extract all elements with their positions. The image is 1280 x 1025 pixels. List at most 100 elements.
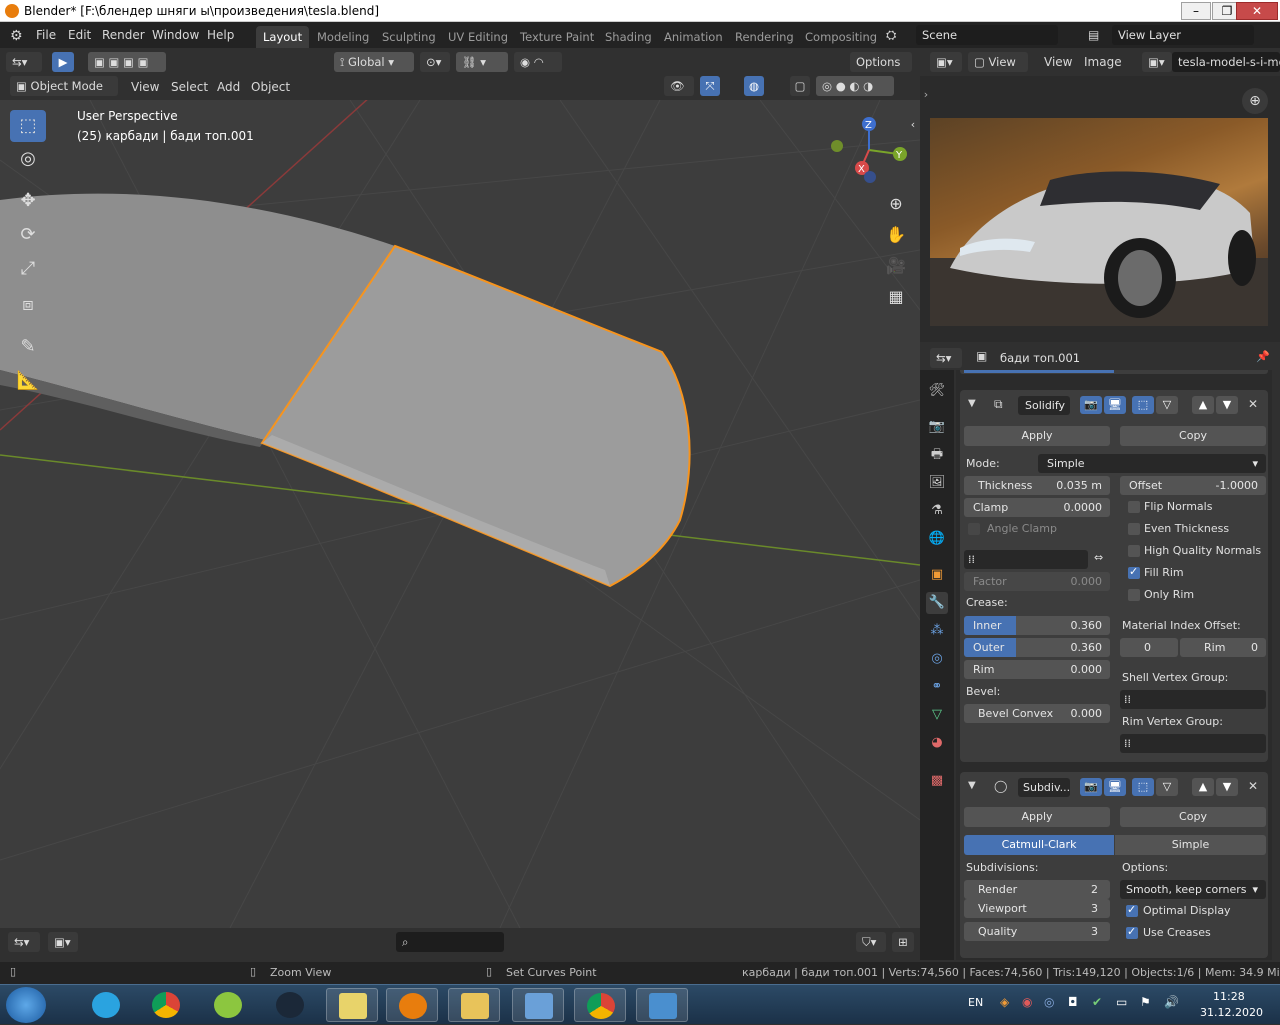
only-rim-checkbox[interactable] [1128, 589, 1140, 601]
world-tab-icon[interactable]: 🌐 [926, 528, 948, 550]
constraints-tab-icon[interactable]: ⚭ [926, 676, 948, 698]
solidify-remove-icon[interactable]: ✕ [1248, 397, 1258, 411]
solidify-viewport-icon[interactable]: 🖥 [1104, 396, 1126, 414]
solidify-name-field[interactable]: Solidify [1018, 396, 1070, 415]
optimal-display-checkbox[interactable] [1126, 903, 1138, 917]
minimize-button[interactable]: – [1181, 2, 1211, 20]
pivot-icon[interactable]: ⊙▾ [420, 52, 450, 72]
tab-texture-paint[interactable]: Texture Paint [513, 26, 601, 48]
solidify-editmode-icon[interactable]: ⬚ [1132, 396, 1154, 414]
shell-vgroup-field[interactable]: ⁞⁞ [1120, 690, 1266, 709]
language-indicator[interactable]: EN [968, 996, 983, 1009]
menu-window[interactable]: Window [152, 28, 199, 42]
render-tab-icon[interactable]: 📷 [926, 416, 948, 438]
solidify-apply-button[interactable]: Apply [964, 426, 1110, 446]
overlay-toggle-icon[interactable]: ◍ [744, 76, 764, 96]
tab-sculpting[interactable]: Sculpting [375, 26, 443, 48]
move-tool-icon[interactable]: ✥ [10, 185, 46, 217]
transform-orientation[interactable]: ⟟ Global ▾ [334, 52, 414, 72]
tray-app-icon[interactable]: ◈ [1000, 995, 1009, 1009]
tray-update-icon[interactable]: ✔ [1092, 995, 1102, 1009]
solidify-move-down-icon[interactable]: ▼ [1216, 396, 1238, 414]
filter-icon[interactable]: ⛉▾ [856, 932, 886, 952]
subdiv-editmode-icon[interactable]: ⬚ [1132, 778, 1154, 796]
blender-menu-icon[interactable]: ⚙ [10, 28, 23, 44]
editor-type-button[interactable]: ⇆▾ [6, 52, 42, 72]
bevel-convex-field[interactable]: Bevel Convex 0.000 [964, 704, 1110, 723]
tab-layout[interactable]: Layout [256, 26, 310, 48]
material-offset-field[interactable]: 0 [1120, 638, 1178, 657]
steam-task-icon[interactable] [264, 988, 316, 1022]
options-dropdown[interactable]: Options ▾ [850, 52, 912, 89]
image-view-dropdown[interactable]: ▢ View [968, 52, 1028, 72]
tray-flag-icon[interactable]: ⚑ [1140, 995, 1151, 1009]
image-name-field[interactable]: tesla-model-s-i-mod... [1172, 52, 1280, 72]
rim-crease-field[interactable]: Rim 0.000 [964, 660, 1110, 679]
tab-compositing[interactable]: Compositing [798, 26, 884, 48]
subdiv-apply-button[interactable]: Apply [964, 807, 1110, 827]
tray-network-icon[interactable]: ◎ [1044, 995, 1054, 1009]
solidify-move-up-icon[interactable]: ▲ [1192, 396, 1214, 414]
solidify-cage-icon[interactable]: ▽ [1156, 396, 1178, 414]
rotate-tool-icon[interactable]: ⟳ [10, 219, 46, 251]
cursor-tool-icon[interactable]: ◎ [10, 143, 46, 175]
invert-vgroup-icon[interactable]: ⇔ [1094, 551, 1103, 564]
camera-icon[interactable]: 🎥 [881, 251, 911, 281]
tray-display-icon[interactable]: ▭ [1116, 995, 1127, 1009]
subdiv-viewport-icon[interactable]: 🖥 [1104, 778, 1126, 796]
xray-icon[interactable]: ▢ [790, 76, 810, 96]
image-menu-view[interactable]: View [1044, 55, 1072, 69]
clamp-field[interactable]: Clamp 0.0000 [964, 498, 1110, 517]
even-thickness-checkbox[interactable] [1128, 523, 1140, 535]
subdiv-cage-icon[interactable]: ▽ [1156, 778, 1178, 796]
tab-shading[interactable]: Shading [598, 26, 659, 48]
mode-dropdown[interactable]: Simple ▾ [1038, 454, 1266, 473]
factor-field[interactable]: Factor 0.000 [964, 572, 1110, 591]
view-layer-tab-icon[interactable]: 🖼 [926, 472, 948, 494]
vp-menu-select[interactable]: Select [171, 80, 208, 94]
start-button-icon[interactable] [6, 987, 46, 1023]
collapse-subdiv-icon[interactable]: ▼ [968, 780, 976, 791]
inner-crease-field[interactable]: Inner 0.360 [964, 616, 1110, 635]
ortho-grid-icon[interactable]: ▦ [881, 282, 911, 312]
tray-game-icon[interactable]: ◘ [1068, 995, 1078, 1009]
clock-date[interactable]: 31.12.2020 [1200, 1006, 1263, 1019]
search-input[interactable]: ⌕ [396, 932, 504, 952]
menu-render[interactable]: Render [102, 28, 145, 42]
visibility-icon[interactable]: 👁▾ [664, 76, 694, 113]
vp-menu-view[interactable]: View [131, 80, 159, 94]
use-creases-checkbox[interactable] [1126, 925, 1138, 939]
transform-tool-icon[interactable]: ⧈ [10, 289, 46, 321]
vp-menu-object[interactable]: Object [251, 80, 290, 94]
catmull-clark-toggle[interactable]: Catmull-Clark [964, 835, 1114, 855]
render-levels-field[interactable]: Render 2 [964, 880, 1110, 899]
material-tab-icon[interactable]: ◕ [926, 732, 948, 754]
image-browse-icon[interactable]: ▣▾ [1142, 52, 1172, 72]
subdiv-remove-icon[interactable]: ✕ [1248, 779, 1258, 793]
object-mode-dropdown[interactable]: ▣ Object Mode [10, 76, 118, 96]
menu-edit[interactable]: Edit [68, 28, 91, 42]
scene-tab-icon[interactable]: ⚗ [926, 500, 948, 522]
measure-tool-icon[interactable]: 📐 [10, 365, 46, 397]
vp-menu-add[interactable]: Add [217, 80, 240, 94]
vertex-group-field[interactable]: ⁞⁞ [964, 550, 1088, 569]
annotate-tool-icon[interactable]: ✎ [10, 331, 46, 363]
blender-task-icon[interactable] [386, 988, 438, 1022]
timeline-editor-icon[interactable]: ⇆▾ [8, 932, 40, 952]
particles-tab-icon[interactable]: ⁂ [926, 620, 948, 642]
solidify-render-icon[interactable]: 📷 [1080, 396, 1102, 414]
output-tab-icon[interactable]: 🖶 [926, 444, 948, 466]
texture-tab-icon[interactable]: ▩ [926, 770, 948, 792]
proportional-icon[interactable]: ◉ ◠ [514, 52, 562, 72]
tab-rendering[interactable]: Rendering [728, 26, 801, 48]
image-menu-image[interactable]: Image [1084, 55, 1122, 69]
chrome-task-icon[interactable] [140, 988, 192, 1022]
collapse-solidify-icon[interactable]: ▼ [968, 398, 976, 409]
subdiv-copy-button[interactable]: Copy [1120, 807, 1266, 827]
tab-animation[interactable]: Animation [657, 26, 730, 48]
subdiv-move-down-icon[interactable]: ▼ [1216, 778, 1238, 796]
menu-help[interactable]: Help [207, 28, 234, 42]
pan-hand-icon[interactable]: ✋ [881, 220, 911, 250]
physics-tab-icon[interactable]: ◎ [926, 648, 948, 670]
clock-time[interactable]: 11:28 [1213, 990, 1245, 1003]
